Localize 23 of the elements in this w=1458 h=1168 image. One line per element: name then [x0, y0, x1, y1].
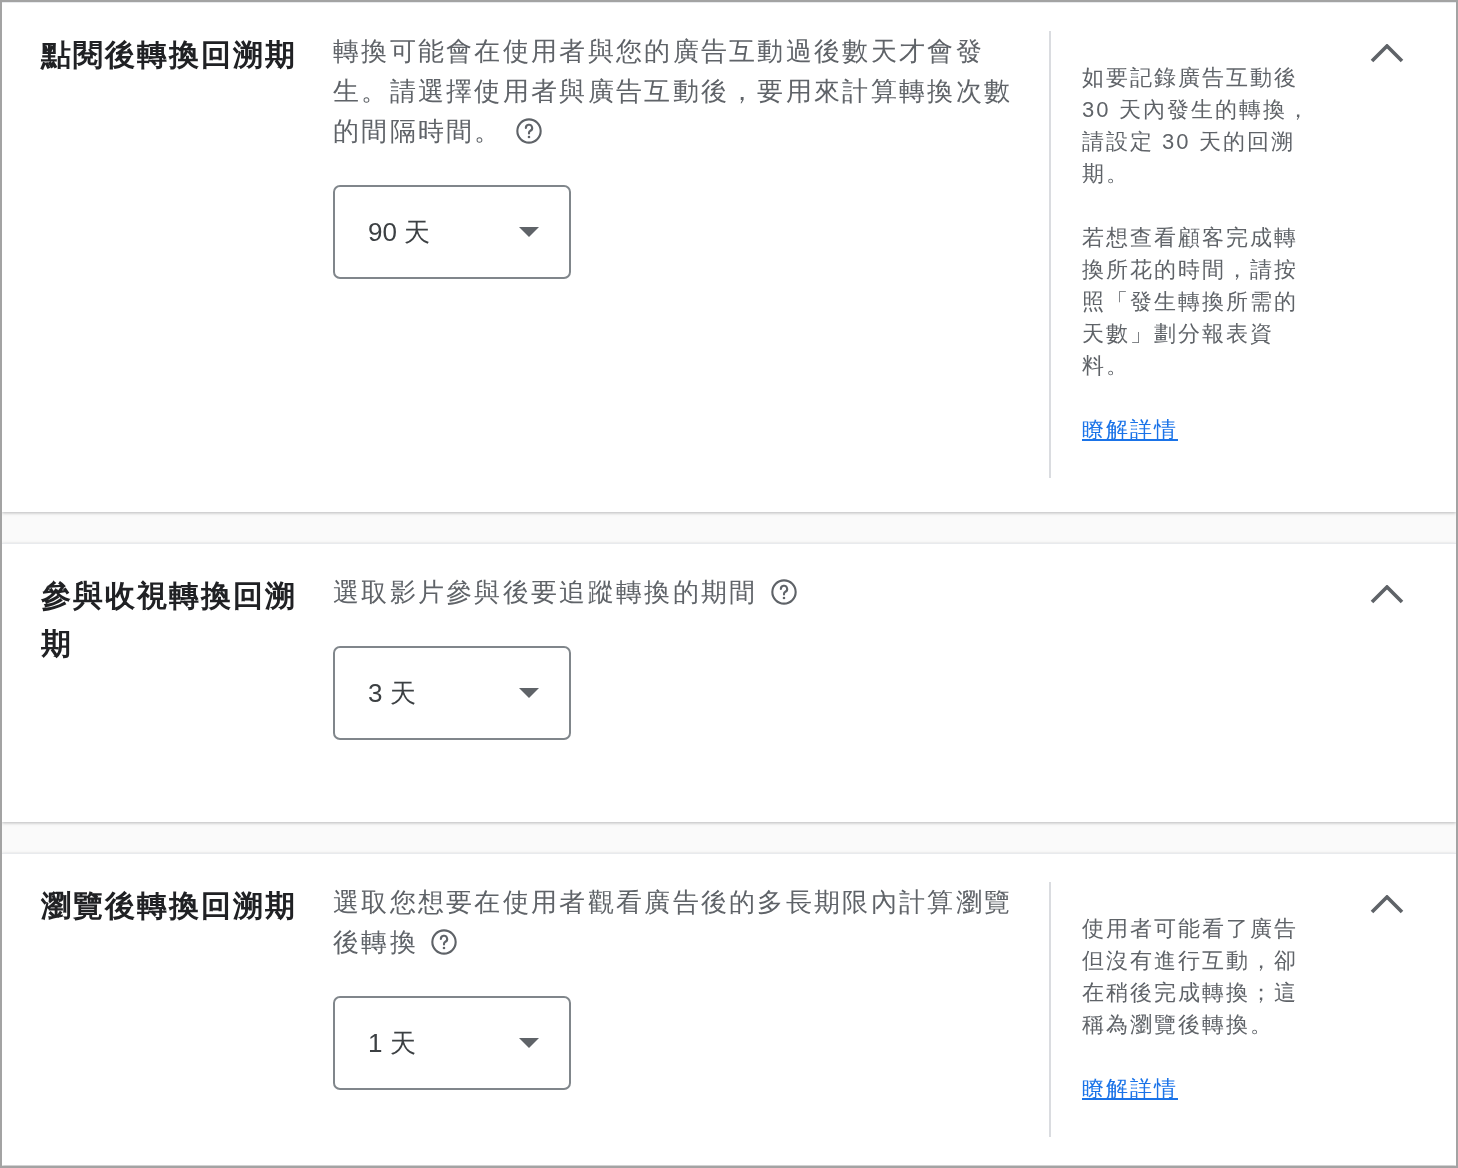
description-text: 選取您想要在使用者觀看廣告後的多長期限內計算瀏覽後轉換 — [333, 887, 1013, 957]
dropdown-arrow-icon — [519, 1038, 539, 1048]
section-title: 點閱後轉換回溯期 — [41, 37, 298, 73]
description-text: 選取影片參與後要追蹤轉換的期間 — [333, 577, 798, 607]
dropdown-arrow-icon — [519, 227, 539, 237]
days-dropdown[interactable]: 3 天 — [333, 646, 571, 740]
info-text: 使用者可能看了廣告但沒有進行互動，卻在稍後完成轉換；這稱為瀏覽後轉換。 — [1082, 915, 1299, 1039]
help-icon[interactable] — [514, 117, 543, 146]
learn-more-link[interactable]: 瞭解詳情 — [1082, 417, 1178, 442]
help-icon[interactable] — [429, 928, 458, 957]
learn-more-link[interactable]: 瞭解詳情 — [1082, 1076, 1178, 1101]
dropdown-arrow-icon — [519, 688, 539, 698]
chevron-up-icon — [1370, 43, 1404, 63]
section-title: 瀏覽後轉換回溯期 — [41, 888, 298, 924]
chevron-up-icon — [1370, 894, 1404, 914]
days-dropdown[interactable]: 1 天 — [333, 996, 571, 1090]
days-dropdown[interactable]: 90 天 — [333, 185, 571, 279]
section-title: 參與收視轉換回溯期 — [41, 578, 298, 662]
help-icon[interactable] — [769, 578, 798, 607]
description-text: 轉換可能會在使用者與您的廣告互動過後數天才會發生。請選擇使用者與廣告互動後，要用來計算轉換次數的間隔時間。 — [333, 36, 1013, 146]
info-text: 若想查看顧客完成轉換所花的時間，請按照「發生轉換所需的天數」劃分報表資料。 — [1082, 224, 1299, 380]
info-text: 如要記錄廣告互動後 30 天內發生的轉換，請設定 30 天的回溯期。 — [1082, 64, 1312, 188]
chevron-up-icon — [1370, 584, 1404, 604]
